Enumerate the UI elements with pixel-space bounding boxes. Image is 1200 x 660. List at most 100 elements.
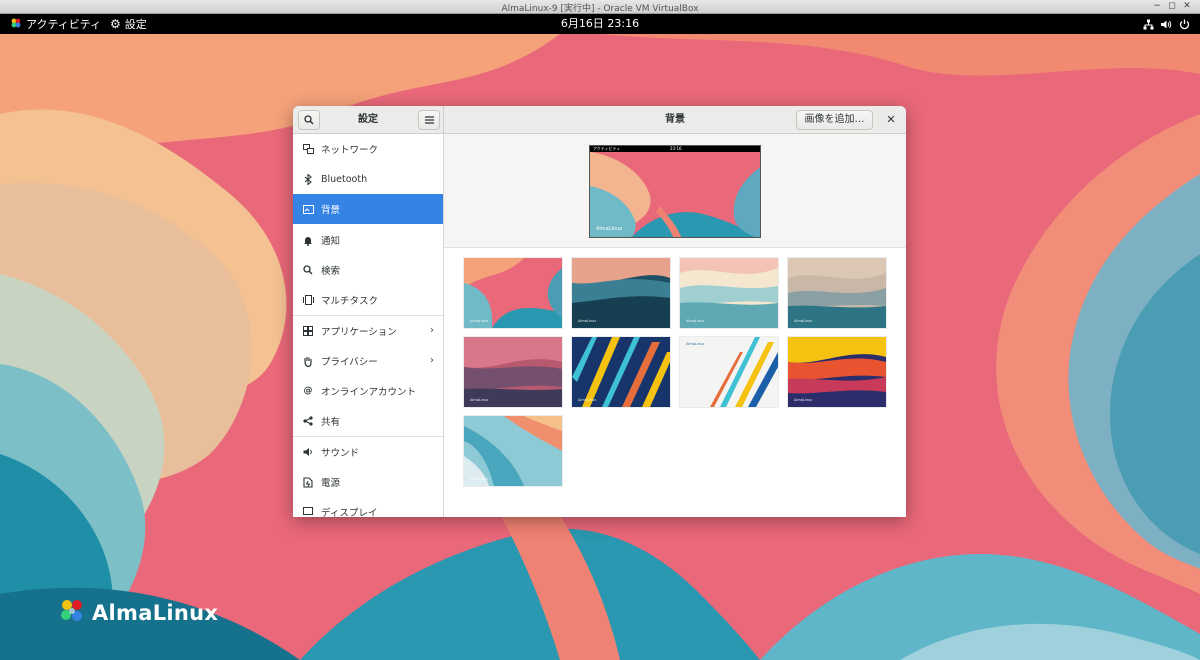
wallpaper-thumbnail[interactable]: AlmaLinux [464,258,562,328]
gnome-top-bar: アクティビティ ⚙ 設定 6月16日 23:16 [0,14,1200,34]
sidebar-item-network[interactable]: ネットワーク [293,134,443,164]
preview-clock: 23:16 [670,146,682,151]
sidebar-headerbar: 設定 [293,106,444,134]
preview-top-bar: アクティビティ 23:16 [590,146,760,152]
multitasking-icon [302,294,314,306]
virtualbox-titlebar: AlmaLinux-9 [実行中] - Oracle VM VirtualBox… [0,0,1200,14]
clock[interactable]: 6月16日 23:16 [0,14,1200,34]
sidebar-item-power[interactable]: 電源 [293,467,443,497]
almalinux-desktop-logo: AlmaLinux [58,597,218,629]
wallpaper-art [464,416,562,486]
wallpaper-art [464,337,562,407]
wallpaper-brand: AlmaLinux [794,319,813,323]
vm-minimize-button[interactable]: − [1151,1,1163,11]
chevron-right-icon: › [430,325,434,336]
network-icon[interactable] [1143,14,1154,34]
sidebar-item-label: 検索 [321,266,341,277]
preview-activities-label: アクティビティ [593,146,621,151]
wallpaper-thumbnail[interactable]: AlmaLinux [572,258,670,328]
sidebar-title: 設定 [358,114,378,125]
sidebar-item-label: マルチタスク [321,296,379,307]
sidebar-item-display[interactable]: ディスプレイ [293,497,443,517]
sidebar-item-label: 電源 [321,478,341,489]
wallpaper-art [788,337,886,407]
power-icon[interactable] [1179,14,1190,34]
add-image-button[interactable]: 画像を追加… [796,110,873,130]
wallpaper-thumbnail[interactable]: AlmaLinux [464,416,562,486]
wallpaper-art [464,258,562,328]
wallpaper-thumbnail[interactable]: AlmaLinux [464,337,562,407]
wallpaper-thumbnail[interactable]: AlmaLinux [788,337,886,407]
background-panel: アクティビティ 23:16 AlmaLinux AlmaLinux AlmaLi… [444,134,906,517]
wallpaper-art [680,337,778,407]
wallpaper-brand: AlmaLinux [686,342,705,346]
menu-button[interactable] [418,110,440,130]
share-icon [302,415,314,427]
vm-maximize-button[interactable]: ◻ [1166,1,1178,11]
bluetooth-icon [302,173,314,185]
network-icon [302,143,314,155]
sidebar-item-multitasking[interactable]: マルチタスク [293,285,443,315]
at-icon: @ [303,386,313,396]
power-icon [302,476,314,488]
search-icon [302,264,314,276]
wallpaper-thumbnail[interactable]: AlmaLinux [788,258,886,328]
wallpaper-brand: AlmaLinux [470,319,489,323]
wallpaper-thumbnail[interactable]: AlmaLinux [572,337,670,407]
applications-icon [302,325,314,337]
wallpaper-thumbnail[interactable]: AlmaLinux [680,337,778,407]
wallpaper-art [788,258,886,328]
sidebar-item-label: ネットワーク [321,145,379,156]
wallpaper-thumbnail[interactable]: AlmaLinux [680,258,778,328]
sidebar-item-label: サウンド [321,448,360,459]
chevron-right-icon: › [430,355,434,366]
sidebar-item-label: 通知 [321,236,341,247]
virtualbox-title: AlmaLinux-9 [実行中] - Oracle VM VirtualBox [501,4,699,14]
settings-sidebar: ネットワーク Bluetooth 背景 通知 検索 マルチタスク アプリケーショ… [293,134,444,517]
almalinux-logo-icon [58,597,86,629]
wallpaper-brand: AlmaLinux [470,477,489,481]
settings-window: 設定 背景 画像を追加… ✕ ネットワーク Bluetooth 背景 通知 検索 [293,106,906,517]
preview-wallpaper-art [590,146,760,237]
current-background-preview: アクティビティ 23:16 AlmaLinux [589,145,761,238]
display-icon [302,506,314,517]
background-icon [302,203,314,215]
sidebar-item-label: Bluetooth [321,173,368,185]
sidebar-item-label: 背景 [321,205,341,216]
preview-brand: AlmaLinux [596,226,623,232]
sidebar-item-bluetooth[interactable]: Bluetooth [293,164,443,194]
sidebar-item-background[interactable]: 背景 [293,194,443,224]
sidebar-item-online-accounts[interactable]: @ オンラインアカウント [293,376,443,406]
sidebar-item-label: 共有 [321,417,341,428]
wallpaper-brand: AlmaLinux [578,398,597,402]
sidebar-item-applications[interactable]: アプリケーション › [293,316,443,346]
bell-icon [302,234,314,246]
close-button[interactable]: ✕ [881,110,901,130]
almalinux-brand-text: AlmaLinux [92,601,219,625]
sidebar-item-privacy[interactable]: プライバシー › [293,346,443,376]
sidebar-item-label: オンラインアカウント [321,387,417,398]
sidebar-item-label: ディスプレイ [321,508,378,517]
volume-icon[interactable] [1160,14,1172,34]
wallpaper-brand: AlmaLinux [578,319,597,323]
sidebar-item-search[interactable]: 検索 [293,255,443,285]
wallpaper-art [572,337,670,407]
wallpaper-art [680,258,778,328]
panel-headerbar: 背景 画像を追加… ✕ [444,106,906,134]
wallpaper-brand: AlmaLinux [686,319,705,323]
wallpaper-brand: AlmaLinux [794,398,813,402]
hand-icon [302,355,314,367]
sidebar-item-sound[interactable]: サウンド [293,437,443,467]
wallpaper-art [572,258,670,328]
search-button[interactable] [298,110,320,130]
wallpaper-brand: AlmaLinux [470,398,489,402]
sidebar-item-label: アプリケーション [321,327,397,338]
sidebar-item-label: プライバシー [321,357,378,368]
search-icon [304,115,314,125]
sound-icon [302,446,314,458]
current-background-area: アクティビティ 23:16 AlmaLinux [444,134,906,248]
vm-close-button[interactable]: ✕ [1181,1,1193,11]
sidebar-item-sharing[interactable]: 共有 [293,406,443,436]
sidebar-item-notifications[interactable]: 通知 [293,225,443,255]
hamburger-icon [424,116,434,124]
